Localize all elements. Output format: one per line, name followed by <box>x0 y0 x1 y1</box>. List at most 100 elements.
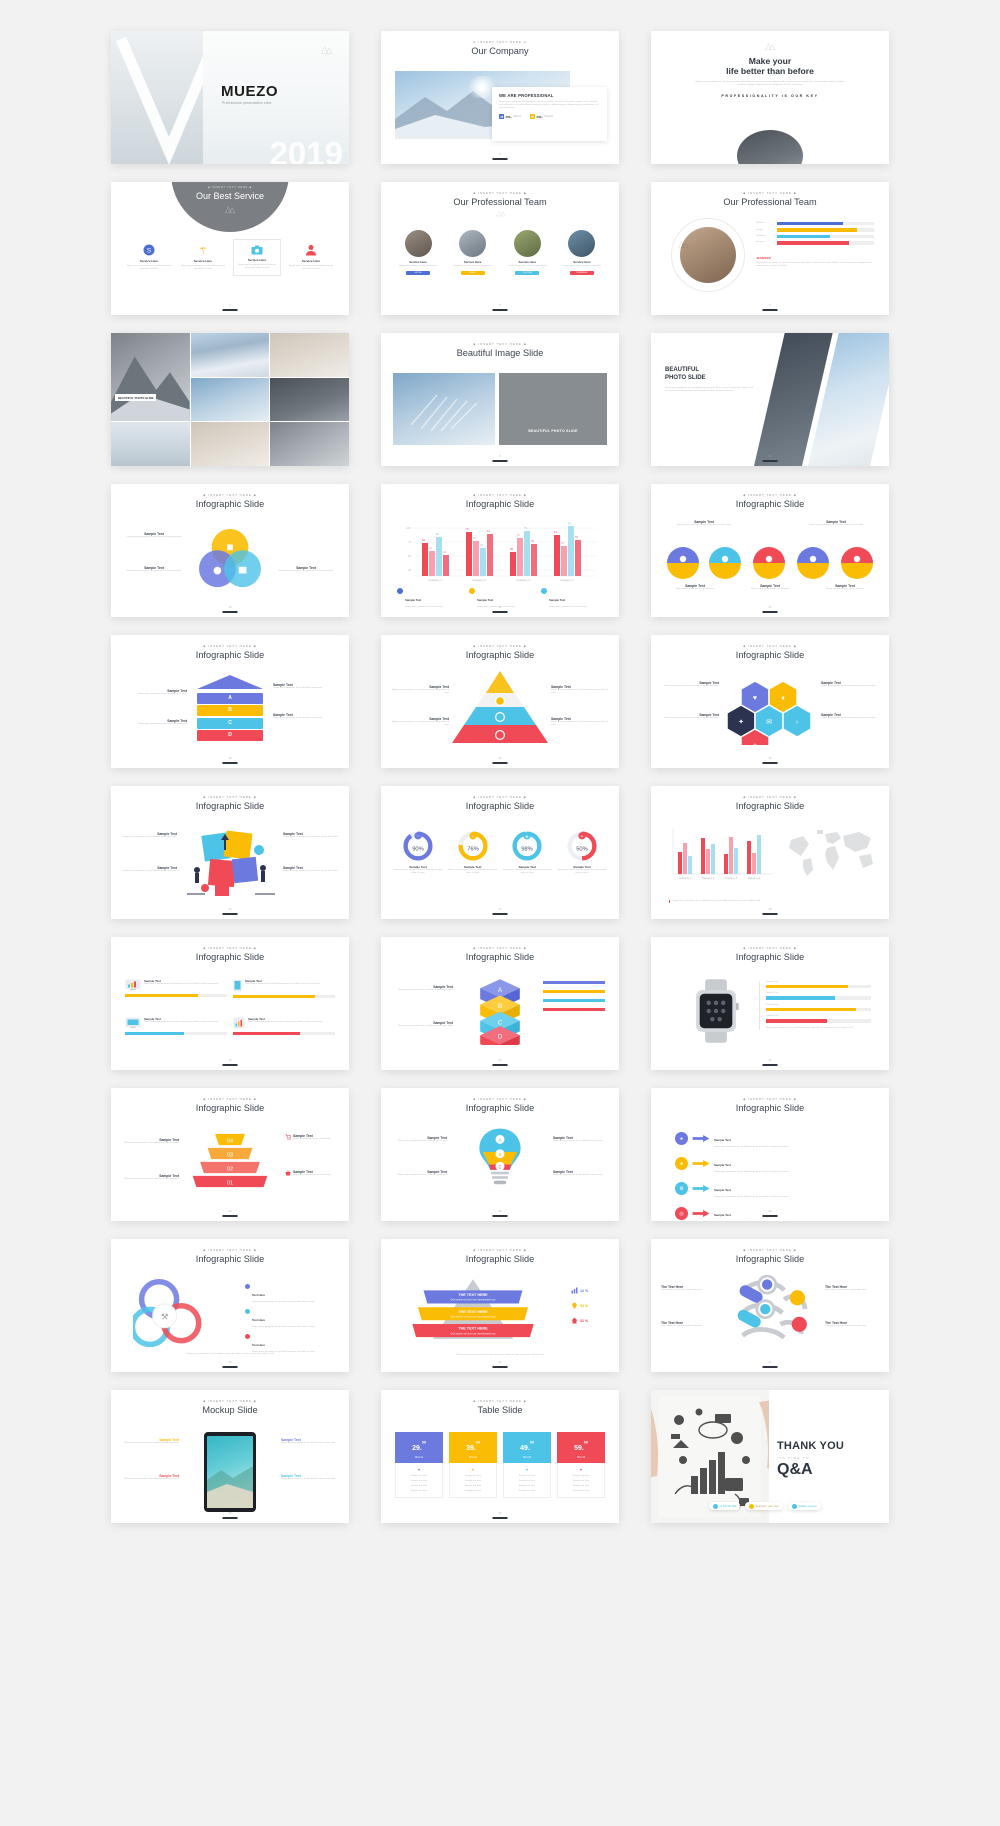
slide-our-company[interactable]: ◆ INSERT TEXT HERE ◆ Our Company WE ARE … <box>381 31 619 164</box>
slide-cell[interactable]: ◆ INSERT TEXT HERE ◆ Infographic Slide A… <box>365 928 635 1079</box>
slide-beautiful-image[interactable]: ◆ INSERT TEXT HERE ◆ Beautiful Image Sli… <box>381 333 619 466</box>
svg-text:02: 02 <box>227 1166 233 1172</box>
plan-row: Sample text here <box>572 1480 590 1482</box>
slide-cell[interactable]: ◆ INSERT TEXT HERE ◆ Infographic Slide T… <box>635 1230 905 1381</box>
slide-bulb[interactable]: ◆ INSERT TEXT HERE ◆ Infographic Slide A… <box>381 1088 619 1221</box>
donut-chart: ✈ 50% <box>567 831 597 861</box>
slide-cell[interactable]: ◆ INSERT TEXT HERE ◆ Our Best Service S … <box>95 173 365 324</box>
slide-pyramid-bands[interactable]: ◆ INSERT TEXT HERE ◆ Infographic Slide T… <box>381 1239 619 1372</box>
slide-cell[interactable]: ◆ INSERT TEXT HERE ◆ Infographic Slide A… <box>95 626 365 777</box>
pricing-column[interactable]: 39.99 Plan 02 ▾ Sample text here Sample … <box>449 1432 497 1498</box>
page-bar <box>492 1517 508 1519</box>
slide-cell[interactable]: ◆ INSERT TEXT HERE ◆ Infographic Slide A… <box>365 1079 635 1230</box>
service-item[interactable]: Service Here Neque porro quisquam est qu… <box>287 244 335 276</box>
slide-timeline[interactable]: ◆ INSERT TEXT HERE ◆ Infographic Slide S… <box>651 484 889 617</box>
pricing-column[interactable]: 49.99 Plan 03 ▾ Sample text here Sample … <box>503 1432 551 1498</box>
slide-funnel[interactable]: ◆ INSERT TEXT HERE ◆ Infographic Slide 0… <box>111 1088 349 1221</box>
slide-cell[interactable]: ◆ INSERT TEXT HERE ◆ Infographic Slide T… <box>365 1230 635 1381</box>
slide-smartwatch[interactable]: ◆ INSERT TEXT HERE ◆ Infographic Slide S… <box>651 937 889 1070</box>
slide-team-profile[interactable]: ◆ INSERT TEXT HERE ◆ Our Professional Te… <box>651 182 889 315</box>
label: Text Here <box>252 1343 265 1347</box>
slide-cell[interactable]: ◆ INSERT TEXT HERE ◆ Our Company WE ARE … <box>365 22 635 173</box>
page-bar <box>222 913 238 915</box>
slide-title: Infographic Slide <box>735 801 805 811</box>
slide-cell[interactable]: ◆ INSERT TEXT HERE ◆ Infographic Slide S… <box>95 475 365 626</box>
slide-cell[interactable]: ◆ INSERT TEXT HERE ◆ Infographic Slide S… <box>95 777 365 928</box>
slide-cell[interactable]: ◆ INSERT TEXT HERE ◆ Infographic Slide ♡… <box>365 777 635 928</box>
slide-best-service[interactable]: ◆ INSERT TEXT HERE ◆ Our Best Service S … <box>111 182 349 315</box>
member-button[interactable]: EMAIL <box>460 271 485 276</box>
slide-cover[interactable]: MUEZO Professional presentation slide 20… <box>111 31 349 164</box>
contact-item[interactable]: +1 234 567 890 <box>709 1502 741 1510</box>
slide-cell[interactable]: ◆ INSERT TEXT HERE ◆ Our Professional Te… <box>365 173 635 324</box>
slide-donuts[interactable]: ◆ INSERT TEXT HERE ◆ Infographic Slide ♡… <box>381 786 619 919</box>
slide-world-map[interactable]: ◆ INSERT TEXT HERE ◆ Infographic Slide C… <box>651 786 889 919</box>
slide-photo-slant[interactable]: BEAUTIFUL PHOTO SLIDE Neque porro quisqu… <box>651 333 889 466</box>
pricing-column[interactable]: 29.99 Plan 01 ▾ Sample text here Sample … <box>395 1432 443 1498</box>
plan-row: Sample text here <box>410 1475 428 1477</box>
slide-cubes[interactable]: ◆ INSERT TEXT HERE ◆ Infographic Slide A… <box>381 937 619 1070</box>
team-member[interactable]: Service Here Lorem ipsum dolor sit amet … <box>502 230 552 276</box>
slide-cell[interactable]: BEAUTIFUL PHOTO SLIDE <box>95 324 365 475</box>
page-number: 17 <box>498 908 502 911</box>
member-role: Lorem ipsum dolor sit amet consectetur <box>508 265 547 267</box>
service-item-active[interactable]: Service Here Neque porro quisquam est qu… <box>233 239 281 276</box>
label: Sample Text <box>714 1213 731 1217</box>
slide-cell[interactable]: THANK YOU ITS TIME TO Q&A +1 234 567 890… <box>635 1381 905 1532</box>
slide-cell[interactable]: ◆ INSERT TEXT HERE ◆ Infographic Slide 0… <box>95 1079 365 1230</box>
thanks-qa: Q&A <box>777 1461 813 1478</box>
slide-cell[interactable]: MUEZO Professional presentation slide 20… <box>95 22 365 173</box>
slide-arrows[interactable]: ◆ INSERT TEXT HERE ◆ Infographic Slide ●… <box>651 1088 889 1221</box>
slide-cell[interactable]: ◆ INSERT TEXT HERE ◆ Our Professional Te… <box>635 173 905 324</box>
team-member[interactable]: Service Here Lorem ipsum dolor sit amet … <box>393 230 443 276</box>
slide-kicker: ◆ INSERT TEXT HERE ◆ <box>203 946 257 950</box>
slide-team-four[interactable]: ◆ INSERT TEXT HERE ◆ Our Professional Te… <box>381 182 619 315</box>
slide-steps[interactable]: ◆ INSERT TEXT HERE ◆ Infographic Slide A… <box>111 635 349 768</box>
slide-table[interactable]: ◆ INSERT TEXT HERE ◆ Table Slide 29.99 P… <box>381 1390 619 1523</box>
slide-chain[interactable]: ◆ INSERT TEXT HERE ◆ Infographic Slide T… <box>651 1239 889 1372</box>
member-button[interactable]: DRIBBBLE <box>569 271 594 276</box>
page-bar <box>492 460 508 462</box>
slide-cell[interactable]: ◆ INSERT TEXT HERE ◆ Infographic Slide ●… <box>635 1079 905 1230</box>
service-item[interactable]: Service Here Neque porro quisquam est qu… <box>179 244 227 276</box>
slide-title: Infographic Slide <box>735 499 805 509</box>
slide-make-life[interactable]: Make your life better than before Neque … <box>651 31 889 164</box>
team-member[interactable]: Service Here Lorem ipsum dolor sit amet … <box>448 230 498 276</box>
slide-cell[interactable]: ◆ INSERT TEXT HERE ◆ Infographic Slide 1… <box>365 475 635 626</box>
svg-text:75: 75 <box>408 540 412 544</box>
slide-cell[interactable]: BEAUTIFUL PHOTO SLIDE Neque porro quisqu… <box>635 324 905 475</box>
slide-cell[interactable]: ◆ INSERT TEXT HERE ◆ Table Slide 29.99 P… <box>365 1381 635 1532</box>
slide-cell[interactable]: ◆ INSERT TEXT HERE ◆ Infographic Slide S… <box>635 475 905 626</box>
slide-thank-you[interactable]: THANK YOU ITS TIME TO Q&A +1 234 567 890… <box>651 1390 889 1523</box>
slide-cell[interactable]: ◆ INSERT TEXT HERE ◆ Infographic Slide S… <box>635 928 905 1079</box>
slide-cell[interactable]: ◆ INSERT TEXT HERE ◆ Infographic Slide S… <box>365 626 635 777</box>
member-button[interactable]: SKYPE <box>406 271 430 276</box>
slide-venn[interactable]: ◆ INSERT TEXT HERE ◆ Infographic Slide S… <box>111 484 349 617</box>
slide-mockup[interactable]: ◆ INSERT TEXT HERE ◆ Mockup Slide Sample… <box>111 1390 349 1523</box>
svg-text:THE TEXT HERE: THE TEXT HERE <box>458 1327 488 1331</box>
slide-cell[interactable]: ◆ INSERT TEXT HERE ◆ Mockup Slide Sample… <box>95 1381 365 1532</box>
service-items: S Service Here Neque porro quisquam est … <box>125 239 335 276</box>
slide-cell[interactable]: ◆ INSERT TEXT HERE ◆ Infographic Slide ♥… <box>635 626 905 777</box>
photo-tile <box>270 377 349 422</box>
contact-item[interactable]: @twitter_account <box>787 1502 821 1510</box>
pricing-column[interactable]: 59.99 Plan 04 ▾ Sample text here Sample … <box>557 1432 605 1498</box>
team-member[interactable]: Service Here Lorem ipsum dolor sit amet … <box>557 230 607 276</box>
slide-cell[interactable]: ◆ INSERT TEXT HERE ◆ Infographic Slide ⚒… <box>95 1230 365 1381</box>
member-button[interactable]: TWITTER <box>515 271 540 276</box>
slide-circles-three[interactable]: ◆ INSERT TEXT HERE ◆ Infographic Slide ⚒… <box>111 1239 349 1372</box>
slide-bar-chart[interactable]: ◆ INSERT TEXT HERE ◆ Infographic Slide 1… <box>381 484 619 617</box>
slide-pyramid[interactable]: ◆ INSERT TEXT HERE ◆ Infographic Slide S… <box>381 635 619 768</box>
slide-devices[interactable]: ◆ INSERT TEXT HERE ◆ Infographic Slide S… <box>111 937 349 1070</box>
slide-cell[interactable]: ◆ INSERT TEXT HERE ◆ Infographic Slide S… <box>95 928 365 1079</box>
slide-cell[interactable]: ◆ INSERT TEXT HERE ◆ Beautiful Image Sli… <box>365 324 635 475</box>
slide-photo-grid[interactable]: BEAUTIFUL PHOTO SLIDE <box>111 333 349 466</box>
slide-illustration[interactable]: ◆ INSERT TEXT HERE ◆ Infographic Slide S… <box>111 786 349 919</box>
contact-item[interactable]: fb.account_your_here <box>745 1502 783 1510</box>
donut-chart: ☺ 76% <box>458 831 488 861</box>
slide-cell[interactable]: Make your life better than before Neque … <box>635 22 905 173</box>
slide-cell[interactable]: ◆ INSERT TEXT HERE ◆ Infographic Slide C… <box>635 777 905 928</box>
service-item[interactable]: S Service Here Neque porro quisquam est … <box>125 244 173 276</box>
page-number: 25 <box>228 1361 232 1364</box>
slide-hexagons[interactable]: ◆ INSERT TEXT HERE ◆ Infographic Slide ♥… <box>651 635 889 768</box>
